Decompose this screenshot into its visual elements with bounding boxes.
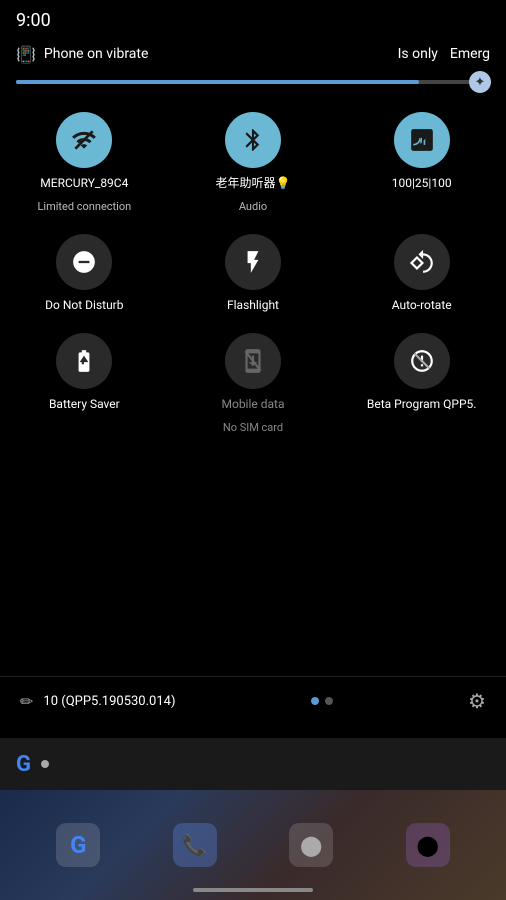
dnd-label: Do Not Disturb [45,298,123,314]
qs-tile-bluetooth[interactable]: 老年助听器💡 Audio [169,100,338,222]
wifi-label: MERCURY_89C4 [40,176,128,192]
dot-1 [311,697,319,705]
circle-dock-icon: ⬤ [300,833,322,857]
bottom-bar: ✏ 10 (QPP5.190530.014) ⚙ [0,676,506,725]
notif-right: Is only Emerg [398,46,490,62]
nfc-icon-circle [394,112,450,168]
dock-icon-4[interactable]: ⬤ [406,823,450,867]
notif-left: 📳 Phone on vibrate [16,45,148,64]
mobiledata-icon [240,348,266,374]
dock-icon-2[interactable]: 📞 [173,823,217,867]
brightness-thumb: ✦ [469,71,491,93]
app-dock-icon: ⬤ [417,833,439,857]
dnd-icon [71,249,97,275]
brightness-slider[interactable]: ✦ [16,80,490,84]
bluetooth-sublabel: Audio [239,200,267,214]
beta-icon-circle [394,333,450,389]
google-mic-dot [41,760,49,768]
batterysaver-icon-circle [56,333,112,389]
mobiledata-icon-circle [225,333,281,389]
home-indicator [193,888,313,892]
batterysaver-icon [71,348,97,374]
qs-tile-autorotate[interactable]: Auto-rotate [337,222,506,322]
qs-tile-flashlight[interactable]: Flashlight [169,222,338,322]
brightness-container: ✦ [0,72,506,92]
batterysaver-label: Battery Saver [49,397,120,413]
flashlight-icon-circle [225,234,281,290]
version-label: 10 (QPP5.190530.014) [43,694,175,709]
qs-tile-mobiledata[interactable]: Mobile data No SIM card [169,321,338,443]
status-bar: 9:00 [0,0,506,36]
phone-dock-icon: 📞 [182,833,207,857]
dot-2 [325,697,333,705]
google-search-bar[interactable]: G [0,738,506,790]
wifi-sublabel: Limited connection [37,200,131,214]
qs-tile-wifi[interactable]: MERCURY_89C4 Limited connection [0,100,169,222]
mobiledata-label: Mobile data [222,397,285,413]
qs-tile-dnd[interactable]: Do Not Disturb [0,222,169,322]
bottom-bar-left: ✏ 10 (QPP5.190530.014) [20,692,175,711]
bluetooth-icon [240,127,266,153]
settings-icon[interactable]: ⚙ [468,689,486,713]
beta-label: Beta Program QPP5. [367,397,477,413]
brightness-fill [16,80,419,84]
emergency-text[interactable]: Emerg [450,46,490,62]
page-dots[interactable] [311,697,333,705]
google-g-logo: G [16,752,31,777]
qs-tile-beta[interactable]: Beta Program QPP5. [337,321,506,443]
nfc-icon [409,127,435,153]
is-only-text: Is only [398,46,438,62]
flashlight-icon [240,249,266,275]
wifi-icon [71,127,97,153]
vibrate-icon: 📳 [16,45,36,64]
bluetooth-label: 老年助听器💡 [216,176,291,192]
autorotate-icon-circle [394,234,450,290]
qs-tile-nfc[interactable]: 100|25|100 [337,100,506,222]
wallpaper-area: G 📞 ⬤ ⬤ [0,790,506,900]
brightness-icon: ✦ [475,75,486,90]
status-time: 9:00 [16,10,51,31]
dnd-icon-circle [56,234,112,290]
bluetooth-icon-circle [225,112,281,168]
google-dock-icon: G [70,831,86,859]
dock-icon-1[interactable]: G [56,823,100,867]
nfc-label: 100|25|100 [392,176,452,192]
autorotate-label: Auto-rotate [392,298,452,314]
vibrate-label: Phone on vibrate [44,46,148,62]
beta-icon [409,348,435,374]
dock-icon-3[interactable]: ⬤ [289,823,333,867]
edit-icon[interactable]: ✏ [20,692,33,711]
mobiledata-sublabel: No SIM card [223,421,283,435]
quick-settings-grid: MERCURY_89C4 Limited connection 老年助听器💡 A… [0,92,506,451]
notif-bar: 📳 Phone on vibrate Is only Emerg [0,36,506,72]
qs-tile-batterysaver[interactable]: Battery Saver [0,321,169,443]
flashlight-label: Flashlight [227,298,279,314]
autorotate-icon [409,249,435,275]
wifi-icon-circle [56,112,112,168]
